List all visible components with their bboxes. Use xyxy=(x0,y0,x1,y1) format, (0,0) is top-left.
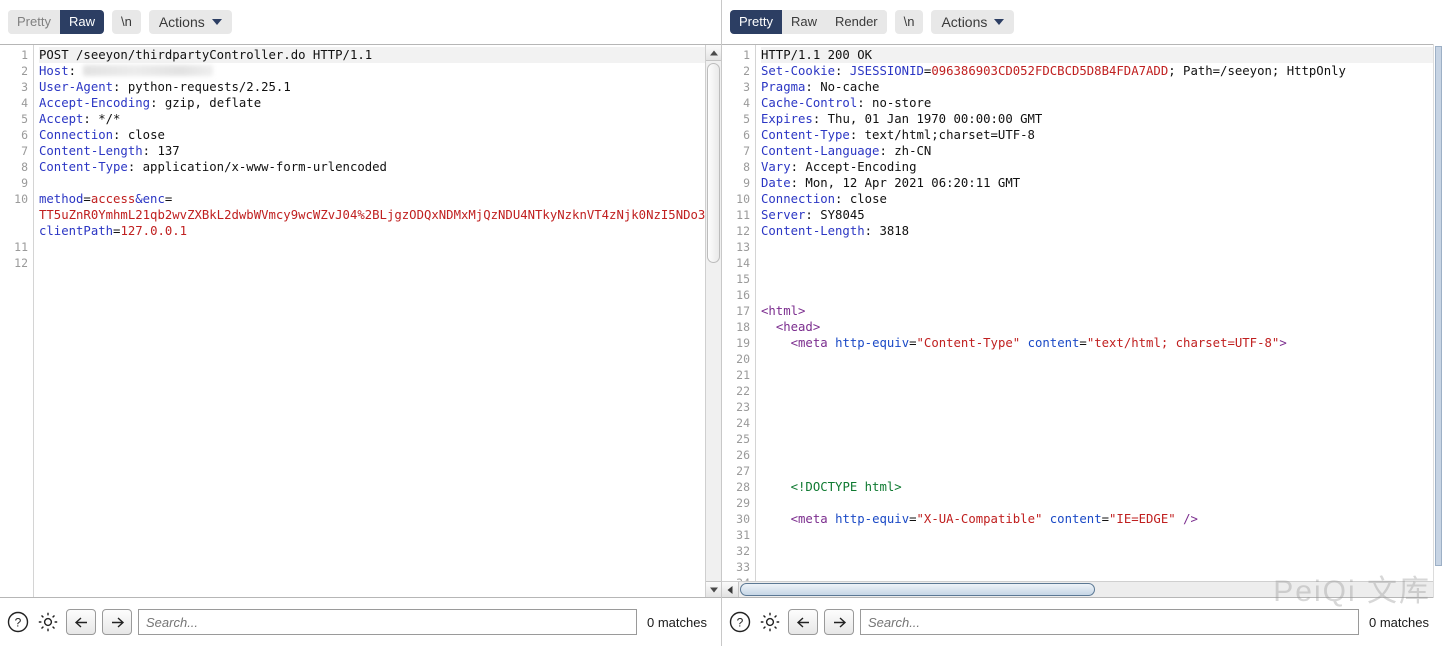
request-bottom-bar: ? 0 matches xyxy=(0,598,721,646)
chevron-down-icon xyxy=(212,19,222,25)
request-header-host: Host: xyxy=(39,63,721,79)
request-header-content-length: Content-Length: 137 xyxy=(39,143,721,159)
search-back-button[interactable] xyxy=(66,609,96,635)
response-header-date: Date: Mon, 12 Apr 2021 06:20:11 GMT xyxy=(761,175,1443,191)
response-header-pragma: Pragma: No-cache xyxy=(761,79,1443,95)
response-hscroll-thumb[interactable] xyxy=(740,583,1095,596)
response-search-input[interactable] xyxy=(860,609,1359,635)
response-header-content-language: Content-Language: zh-CN xyxy=(761,143,1443,159)
response-line-numbers: 12 34 56 78 910 1112 1314 1516 1718 1920… xyxy=(722,45,756,597)
request-newline-toggle[interactable]: \n xyxy=(112,10,141,34)
body-method-value: access xyxy=(91,192,135,206)
window-scroll-thumb[interactable] xyxy=(1435,46,1442,566)
response-body-meta-ua: <meta http-equiv="X-UA-Compatible" conte… xyxy=(761,511,1443,527)
response-header-vary: Vary: Accept-Encoding xyxy=(761,159,1443,175)
request-code-area[interactable]: POST /seeyon/thirdpartyController.do HTT… xyxy=(34,45,721,597)
response-render-tab[interactable]: Render xyxy=(826,10,887,34)
response-body-html-open: <html> xyxy=(761,303,1443,319)
response-header-cache-control: Cache-Control: no-store xyxy=(761,95,1443,111)
response-view-mode-group[interactable]: Pretty Raw Render xyxy=(730,10,887,34)
scroll-down-arrow-icon[interactable] xyxy=(706,581,721,597)
response-header-content-length: Content-Length: 3818 xyxy=(761,223,1443,239)
request-header-user-agent: User-Agent: python-requests/2.25.1 xyxy=(39,79,721,95)
request-header-accept: Accept: */* xyxy=(39,111,721,127)
redacted-host-value xyxy=(83,65,213,76)
response-panel: Pretty Raw Render \n Actions 12 34 56 78… xyxy=(722,0,1443,646)
response-code-area[interactable]: HTTP/1.1 200 OK Set-Cookie: JSESSIONID=0… xyxy=(756,45,1443,597)
request-body-line-3: clientPath=127.0.0.1 xyxy=(39,223,721,239)
response-pretty-tab[interactable]: Pretty xyxy=(730,10,782,34)
response-match-count: 0 matches xyxy=(1365,615,1437,630)
response-editor[interactable]: 12 34 56 78 910 1112 1314 1516 1718 1920… xyxy=(722,44,1443,598)
gear-icon[interactable] xyxy=(758,610,782,634)
body-clientpath-key: clientPath xyxy=(39,224,113,238)
help-icon[interactable]: ? xyxy=(728,610,752,634)
scroll-up-arrow-icon[interactable] xyxy=(706,45,721,61)
response-header-set-cookie: Set-Cookie: JSESSIONID=096386903CD052FDC… xyxy=(761,63,1443,79)
gear-icon[interactable] xyxy=(36,610,60,634)
svg-text:?: ? xyxy=(15,616,22,630)
request-header-accept-encoding: Accept-Encoding: gzip, deflate xyxy=(39,95,721,111)
request-body-line-2: TT5uZnR0YmhmL21qb2wvZXBkL2dwbWVmcy9wcWZv… xyxy=(39,207,721,223)
request-header-connection: Connection: close xyxy=(39,127,721,143)
response-status-line: HTTP/1.1 200 OK xyxy=(761,47,1443,63)
request-raw-tab[interactable]: Raw xyxy=(60,10,104,34)
search-forward-button[interactable] xyxy=(824,609,854,635)
response-body-meta-content-type: <meta http-equiv="Content-Type" content=… xyxy=(761,335,1443,351)
response-actions-label: Actions xyxy=(941,10,987,34)
request-header-content-type: Content-Type: application/x-www-form-url… xyxy=(39,159,721,175)
response-bottom-bar: ? 0 matches xyxy=(722,598,1443,646)
response-raw-tab[interactable]: Raw xyxy=(782,10,826,34)
response-header-content-type: Content-Type: text/html;charset=UTF-8 xyxy=(761,127,1443,143)
request-search-input[interactable] xyxy=(138,609,637,635)
cookie-value: 096386903CD052FDCBCD5D8B4FDA7ADD xyxy=(931,64,1168,78)
response-newline-toggle[interactable]: \n xyxy=(895,10,924,34)
body-enc-value: TT5uZnR0YmhmL21qb2wvZXBkL2dwbWVmcy9wcWZv… xyxy=(39,208,721,222)
request-actions-button[interactable]: Actions xyxy=(149,10,232,34)
request-body-line-1: method=access&enc= xyxy=(39,191,721,207)
request-vertical-scrollbar[interactable] xyxy=(705,45,721,597)
request-scroll-thumb[interactable] xyxy=(707,63,720,263)
burp-repeater-window: Pretty Raw \n Actions 1 2 3 4 5 6 7 8 9 … xyxy=(0,0,1443,646)
svg-text:?: ? xyxy=(737,616,744,630)
response-body-doctype: <!DOCTYPE html> xyxy=(761,479,1443,495)
cookie-name: JSESSIONID xyxy=(850,64,924,78)
response-actions-button[interactable]: Actions xyxy=(931,10,1014,34)
chevron-down-icon xyxy=(994,19,1004,25)
response-header-expires: Expires: Thu, 01 Jan 1970 00:00:00 GMT xyxy=(761,111,1443,127)
request-actions-label: Actions xyxy=(159,10,205,34)
response-header-server: Server: SY8045 xyxy=(761,207,1443,223)
request-match-count: 0 matches xyxy=(643,615,715,630)
request-panel: Pretty Raw \n Actions 1 2 3 4 5 6 7 8 9 … xyxy=(0,0,722,646)
search-back-button[interactable] xyxy=(788,609,818,635)
response-toolbar: Pretty Raw Render \n Actions xyxy=(722,0,1443,44)
response-header-connection: Connection: close xyxy=(761,191,1443,207)
request-editor[interactable]: 1 2 3 4 5 6 7 8 9 10 11 12 POST /seeyon/… xyxy=(0,44,721,598)
request-view-mode-group[interactable]: Pretty Raw xyxy=(8,10,104,34)
search-forward-button[interactable] xyxy=(102,609,132,635)
help-icon[interactable]: ? xyxy=(6,610,30,634)
request-blank-line xyxy=(39,175,721,191)
response-body-head-open: <head> xyxy=(761,319,1443,335)
request-line-numbers: 1 2 3 4 5 6 7 8 9 10 11 12 xyxy=(0,45,34,597)
scroll-left-arrow-icon[interactable] xyxy=(722,582,739,597)
response-horizontal-scrollbar[interactable] xyxy=(722,581,1443,597)
body-method-key: method xyxy=(39,192,83,206)
request-pretty-tab[interactable]: Pretty xyxy=(8,10,60,34)
request-toolbar: Pretty Raw \n Actions xyxy=(0,0,721,44)
body-enc-key: enc xyxy=(143,192,165,206)
request-start-line: POST /seeyon/thirdpartyController.do HTT… xyxy=(39,47,721,63)
window-vertical-scrollbar[interactable] xyxy=(1433,44,1443,598)
body-clientpath-value: 127.0.0.1 xyxy=(120,224,187,238)
